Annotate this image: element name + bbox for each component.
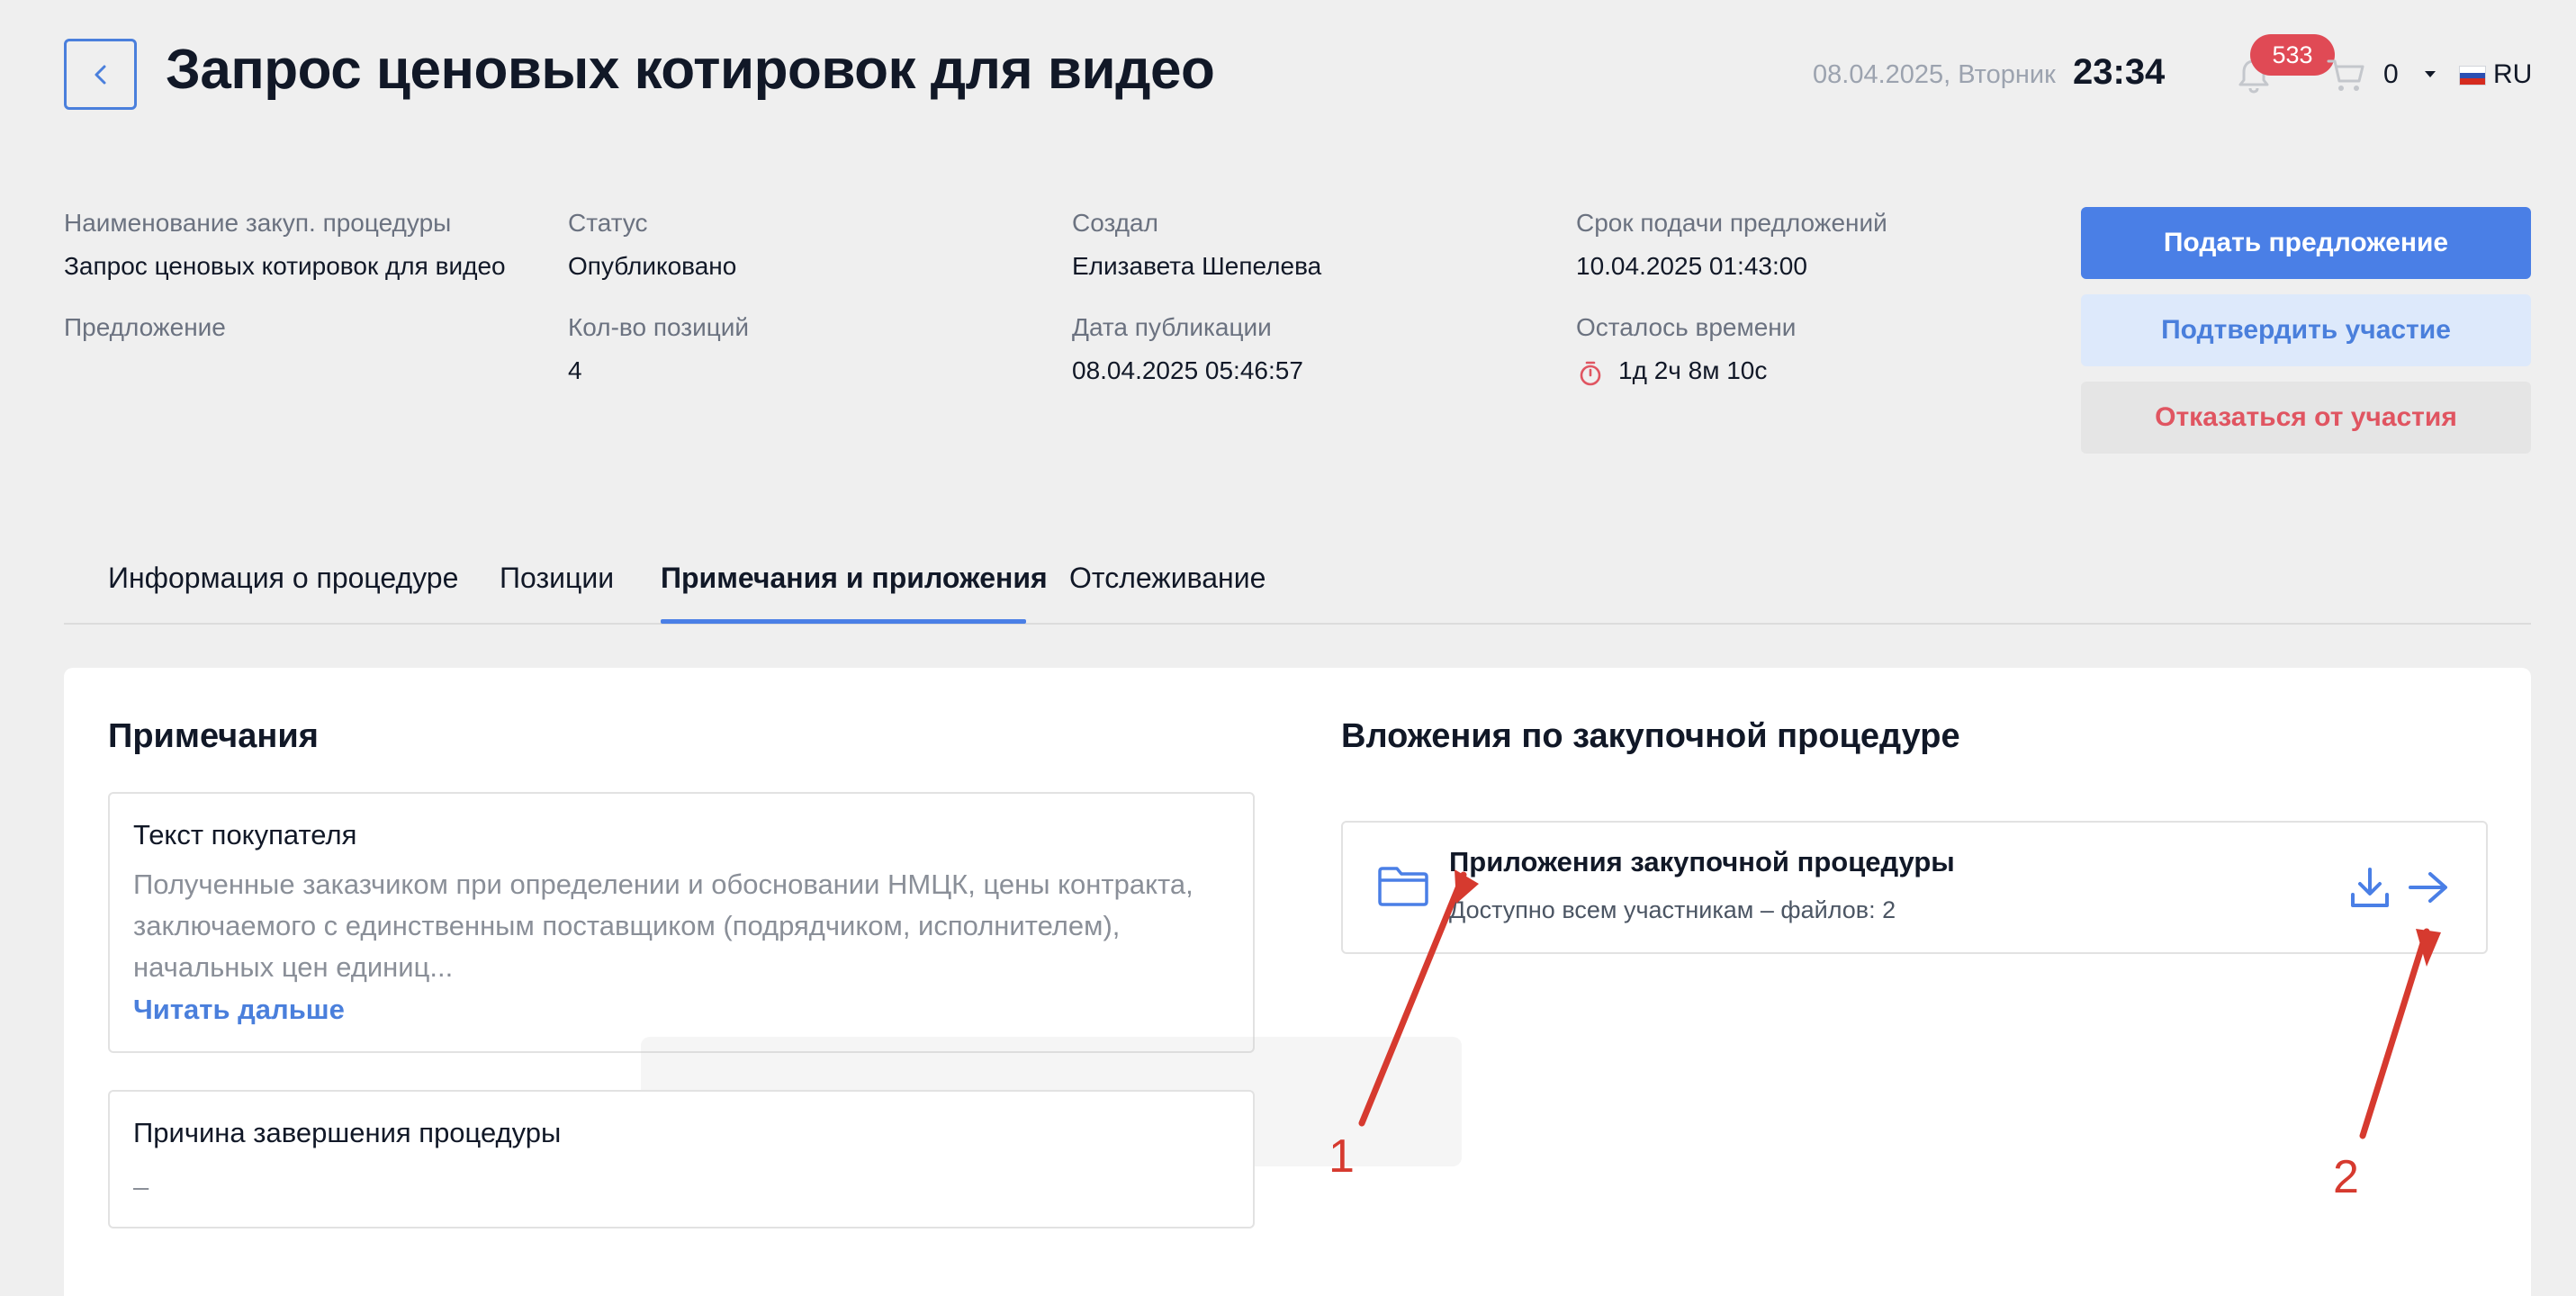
confirm-participation-button[interactable]: Подтвердить участие xyxy=(2081,294,2531,366)
notes-section-title: Примечания xyxy=(108,717,319,755)
completion-reason-title: Причина завершения процедуры xyxy=(133,1117,562,1148)
caret-down-icon[interactable] xyxy=(2421,65,2439,83)
attachments-item[interactable]: Приложения закупочной процедуры Доступно… xyxy=(1341,821,2488,954)
current-time: 23:34 xyxy=(2073,52,2166,92)
time-left-value: 1д 2ч 8м 10с xyxy=(1618,356,1768,384)
folder-icon xyxy=(1378,867,1428,906)
status-label: Статус xyxy=(568,209,648,237)
creator-value: Елизавета Шепелева xyxy=(1072,252,1322,280)
offer-label: Предложение xyxy=(64,313,226,341)
tab-notes-attachments[interactable]: Примечания и приложения xyxy=(661,562,1048,595)
tabs-divider xyxy=(64,623,2531,625)
russia-flag-icon[interactable] xyxy=(2459,66,2486,86)
tab-procedure-info[interactable]: Информация о процедуре xyxy=(108,562,458,595)
publish-date-label: Дата публикации xyxy=(1072,313,1272,341)
read-more-link[interactable]: Читать дальше xyxy=(133,994,345,1026)
attachments-item-title: Приложения закупочной процедуры xyxy=(1449,846,1955,878)
attachments-item-subtitle: Доступно всем участникам – файлов: 2 xyxy=(1449,896,1896,923)
publish-date-value: 08.04.2025 05:46:57 xyxy=(1072,356,1303,384)
deadline-label: Срок подачи предложений xyxy=(1576,209,1887,237)
completion-reason-value: – xyxy=(133,1171,149,1202)
procedure-name-label: Наименование закуп. процедуры xyxy=(64,209,452,237)
completion-reason-box: Причина завершения процедуры – xyxy=(108,1090,1255,1228)
notifications-badge[interactable]: 533 xyxy=(2250,34,2335,76)
time-left-label: Осталось времени xyxy=(1576,313,1797,341)
attachments-section-title: Вложения по закупочной процедуре xyxy=(1341,717,1960,755)
language-selector[interactable]: RU xyxy=(2493,59,2532,90)
annotation-label-2: 2 xyxy=(2333,1151,2359,1203)
buyer-text-title: Текст покупателя xyxy=(133,819,357,850)
active-tab-indicator xyxy=(661,619,1026,624)
tab-positions[interactable]: Позиции xyxy=(500,562,614,595)
page-title: Запрос ценовых котировок для видео xyxy=(166,39,1215,101)
decline-participation-button[interactable]: Отказаться от участия xyxy=(2081,382,2531,454)
annotation-label-1: 1 xyxy=(1329,1130,1355,1183)
submit-offer-button[interactable]: Подать предложение xyxy=(2081,207,2531,279)
back-button[interactable] xyxy=(64,39,137,110)
positions-value: 4 xyxy=(568,356,582,384)
deadline-value: 10.04.2025 01:43:00 xyxy=(1576,252,1807,280)
creator-label: Создал xyxy=(1072,209,1158,237)
cart-icon[interactable] xyxy=(2326,56,2367,95)
chevron-left-icon xyxy=(95,65,105,84)
buyer-text-box: Текст покупателя Полученные заказчиком п… xyxy=(108,792,1255,1053)
positions-label: Кол-во позиций xyxy=(568,313,750,341)
arrow-right-icon[interactable] xyxy=(2407,869,2450,905)
download-icon[interactable] xyxy=(2349,866,2391,909)
cart-count: 0 xyxy=(2383,59,2399,89)
procedure-name-value: Запрос ценовых котировок для видео xyxy=(64,252,506,280)
status-value: Опубликовано xyxy=(568,252,737,280)
tab-tracking[interactable]: Отслеживание xyxy=(1069,562,1265,595)
buyer-text-content: Полученные заказчиком при определении и … xyxy=(133,868,1193,983)
current-date: 08.04.2025, Вторник xyxy=(1813,60,2056,89)
stopwatch-icon xyxy=(1580,361,1601,386)
